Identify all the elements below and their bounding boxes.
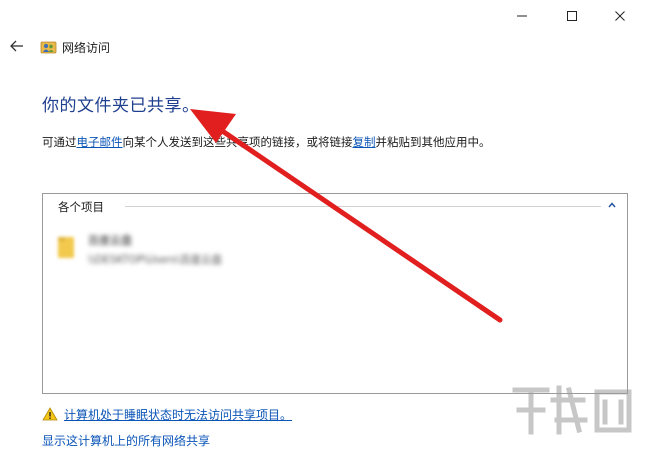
description-text-3: 并粘贴到其他应用中。 (375, 135, 491, 149)
folder-icon (58, 237, 74, 258)
maximize-button[interactable] (549, 0, 595, 32)
share-description: 可通过电子邮件向某个人发送到这些共享项的链接，或将链接复制并粘贴到其他应用中。 (42, 134, 491, 150)
watermark-logo (512, 385, 632, 435)
window-title: 网络访问 (62, 41, 111, 55)
show-all-shares-link[interactable]: 显示这计算机上的所有网络共享 (42, 432, 210, 449)
description-text-2: 向某个人发送到这些共享项的链接，或将链接 (122, 135, 353, 149)
items-group-title: 各个项目 (58, 200, 104, 214)
close-button[interactable] (597, 0, 643, 32)
sleep-warning-link[interactable]: 计算机处于睡眠状态时无法访问共享项目。 (64, 406, 292, 423)
shared-items-box: 各个项目 百度云盘 \\DESKTOP\Users\百度云盘 (42, 193, 628, 394)
page-heading: 你的文件夹已共享。 (42, 96, 200, 116)
minimize-button[interactable] (499, 0, 545, 32)
warning-icon (42, 407, 58, 421)
email-link[interactable]: 电子邮件 (77, 135, 123, 149)
minimize-icon (517, 15, 527, 17)
header-divider (125, 206, 601, 207)
close-icon (615, 11, 625, 21)
network-share-icon (40, 41, 57, 54)
maximize-icon (567, 11, 577, 21)
items-group-header[interactable]: 各个项目 (43, 194, 627, 218)
copy-link[interactable]: 复制 (353, 135, 376, 149)
sleep-warning: 计算机处于睡眠状态时无法访问共享项目。 (42, 405, 442, 423)
description-text-1: 可通过 (42, 135, 77, 149)
item-name: 百度云盘 (88, 234, 132, 247)
chevron-up-icon[interactable] (607, 200, 617, 210)
title-bar (0, 0, 645, 32)
back-arrow-icon[interactable] (9, 38, 25, 54)
navigation-bar: 网络访问 (0, 36, 645, 60)
item-path: \\DESKTOP\Users\百度云盘 (88, 254, 223, 266)
